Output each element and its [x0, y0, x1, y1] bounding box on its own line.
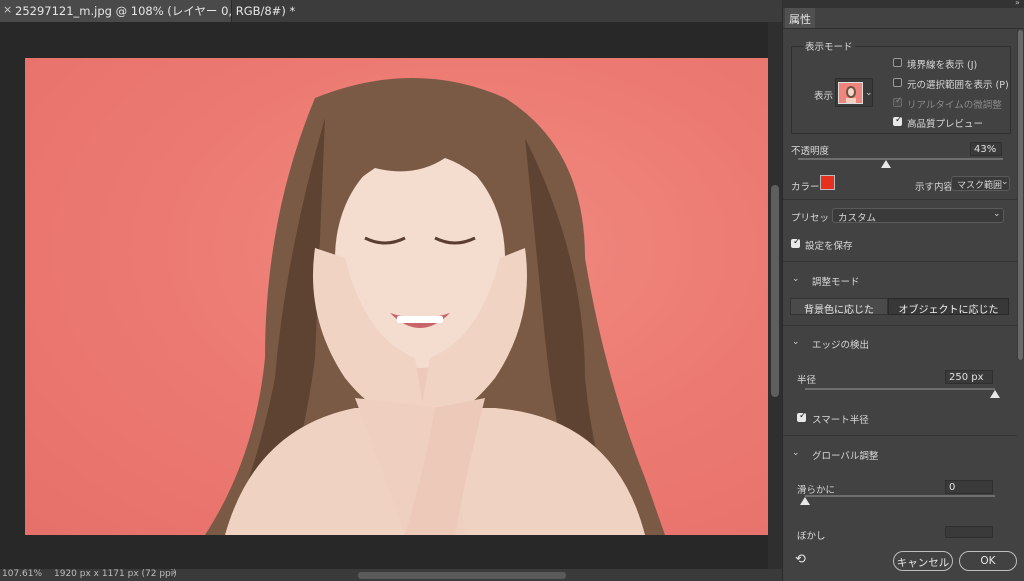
chevron-down-icon: ⌄: [993, 209, 1001, 219]
collapse-panel-icon[interactable]: »: [1015, 0, 1020, 7]
view-mode-thumbnail: [838, 82, 863, 104]
panel-header-strip: [782, 0, 1024, 8]
section-divider: [783, 325, 1017, 326]
status-menu-arrow[interactable]: ›: [172, 568, 176, 578]
section-divider: [783, 261, 1017, 262]
show-original-label: 元の選択範囲を表示 (P): [907, 80, 1009, 91]
high-quality-preview-checkbox[interactable]: [893, 115, 903, 126]
adjust-mode-title: 調整モード: [812, 277, 860, 288]
smooth-label: 滑らかに: [797, 485, 836, 496]
view-mode-dropdown[interactable]: ⌄: [835, 78, 873, 107]
opacity-input[interactable]: 43%: [970, 142, 1002, 156]
smart-radius-label: スマート半径: [812, 415, 869, 426]
cancel-button[interactable]: キャンセル: [893, 551, 953, 571]
opacity-slider-thumb[interactable]: [881, 160, 892, 168]
smooth-input[interactable]: 0: [945, 480, 993, 494]
thumbnail-portrait-icon: [846, 86, 856, 103]
show-content-dropdown[interactable]: マスク範囲 ⌄: [951, 176, 1010, 191]
smooth-slider-thumb[interactable]: [800, 497, 810, 505]
edge-detection-title: エッジの検出: [812, 340, 870, 351]
realtime-refinement-label: リアルタイムの微調整: [907, 100, 1002, 111]
global-adjust-title: グローバル調整: [812, 451, 879, 462]
portrait-photo: [205, 78, 665, 535]
canvas-vertical-scroll-thumb[interactable]: [771, 185, 779, 397]
reset-icon[interactable]: ⟲: [795, 552, 806, 567]
show-edge-checkbox[interactable]: [893, 58, 902, 67]
section-divider: [783, 199, 1017, 200]
section-divider: [783, 435, 1017, 436]
chevron-down-icon: ⌄: [865, 88, 873, 98]
check-icon: ✓: [895, 96, 903, 106]
show-original-checkbox[interactable]: [893, 78, 902, 87]
smooth-slider-track[interactable]: [805, 495, 995, 497]
show-edge-label: 境界線を表示 (J): [907, 60, 978, 71]
show-content-value: マスク範囲: [957, 181, 1003, 191]
zoom-level[interactable]: 107.61%: [2, 569, 42, 579]
radius-slider-track[interactable]: [805, 388, 995, 390]
color-swatch[interactable]: [820, 175, 835, 190]
document-tab[interactable]: × 25297121_m.jpg @ 108% (レイヤー 0, RGB/8#)…: [0, 0, 295, 22]
radius-label: 半径: [797, 375, 817, 386]
chevron-down-icon[interactable]: ⌄: [792, 448, 800, 458]
document-tab-title: 25297121_m.jpg @ 108% (レイヤー 0, RGB/8#) *: [15, 4, 296, 18]
document-dimensions: 1920 px x 1171 px (72 ppi): [54, 569, 177, 579]
view-label: 表示: [814, 91, 834, 102]
color-label: カラー: [791, 182, 820, 193]
adjust-mode-object-aware-button[interactable]: オブジェクトに応じた: [888, 298, 1009, 316]
radius-input[interactable]: 250 px: [945, 370, 993, 384]
chevron-down-icon: ⌄: [1001, 177, 1009, 187]
opacity-label: 不透明度: [791, 146, 830, 157]
panel-tab-divider: [782, 28, 1024, 29]
feather-input[interactable]: [945, 526, 993, 538]
preset-dropdown[interactable]: カスタム ⌄: [832, 208, 1004, 224]
canvas-horizontal-scroll-thumb[interactable]: [358, 572, 566, 579]
save-settings-checkbox[interactable]: [791, 237, 801, 248]
save-settings-label: 設定を保存: [805, 241, 853, 252]
show-content-label: 示す内容: [915, 182, 954, 193]
tab-properties[interactable]: 属性: [785, 8, 815, 28]
adjust-mode-color-aware-button[interactable]: 背景色に応じた: [790, 298, 888, 316]
high-quality-preview-label: 高品質プレビュー: [907, 119, 984, 130]
radius-slider-thumb[interactable]: [990, 390, 1000, 398]
chevron-down-icon[interactable]: ⌄: [792, 337, 800, 347]
realtime-refinement-checkbox[interactable]: ✓: [893, 96, 903, 107]
chevron-down-icon[interactable]: ⌄: [792, 274, 800, 284]
preset-value: カスタム: [838, 213, 877, 224]
canvas-image[interactable]: [25, 58, 768, 535]
smart-radius-checkbox[interactable]: [797, 411, 807, 422]
close-icon[interactable]: ×: [3, 3, 12, 16]
opacity-slider-track[interactable]: [798, 158, 1003, 160]
view-mode-group-label: 表示モード: [803, 39, 855, 53]
ok-button[interactable]: OK: [959, 551, 1017, 571]
panel-scroll-thumb[interactable]: [1018, 30, 1023, 360]
